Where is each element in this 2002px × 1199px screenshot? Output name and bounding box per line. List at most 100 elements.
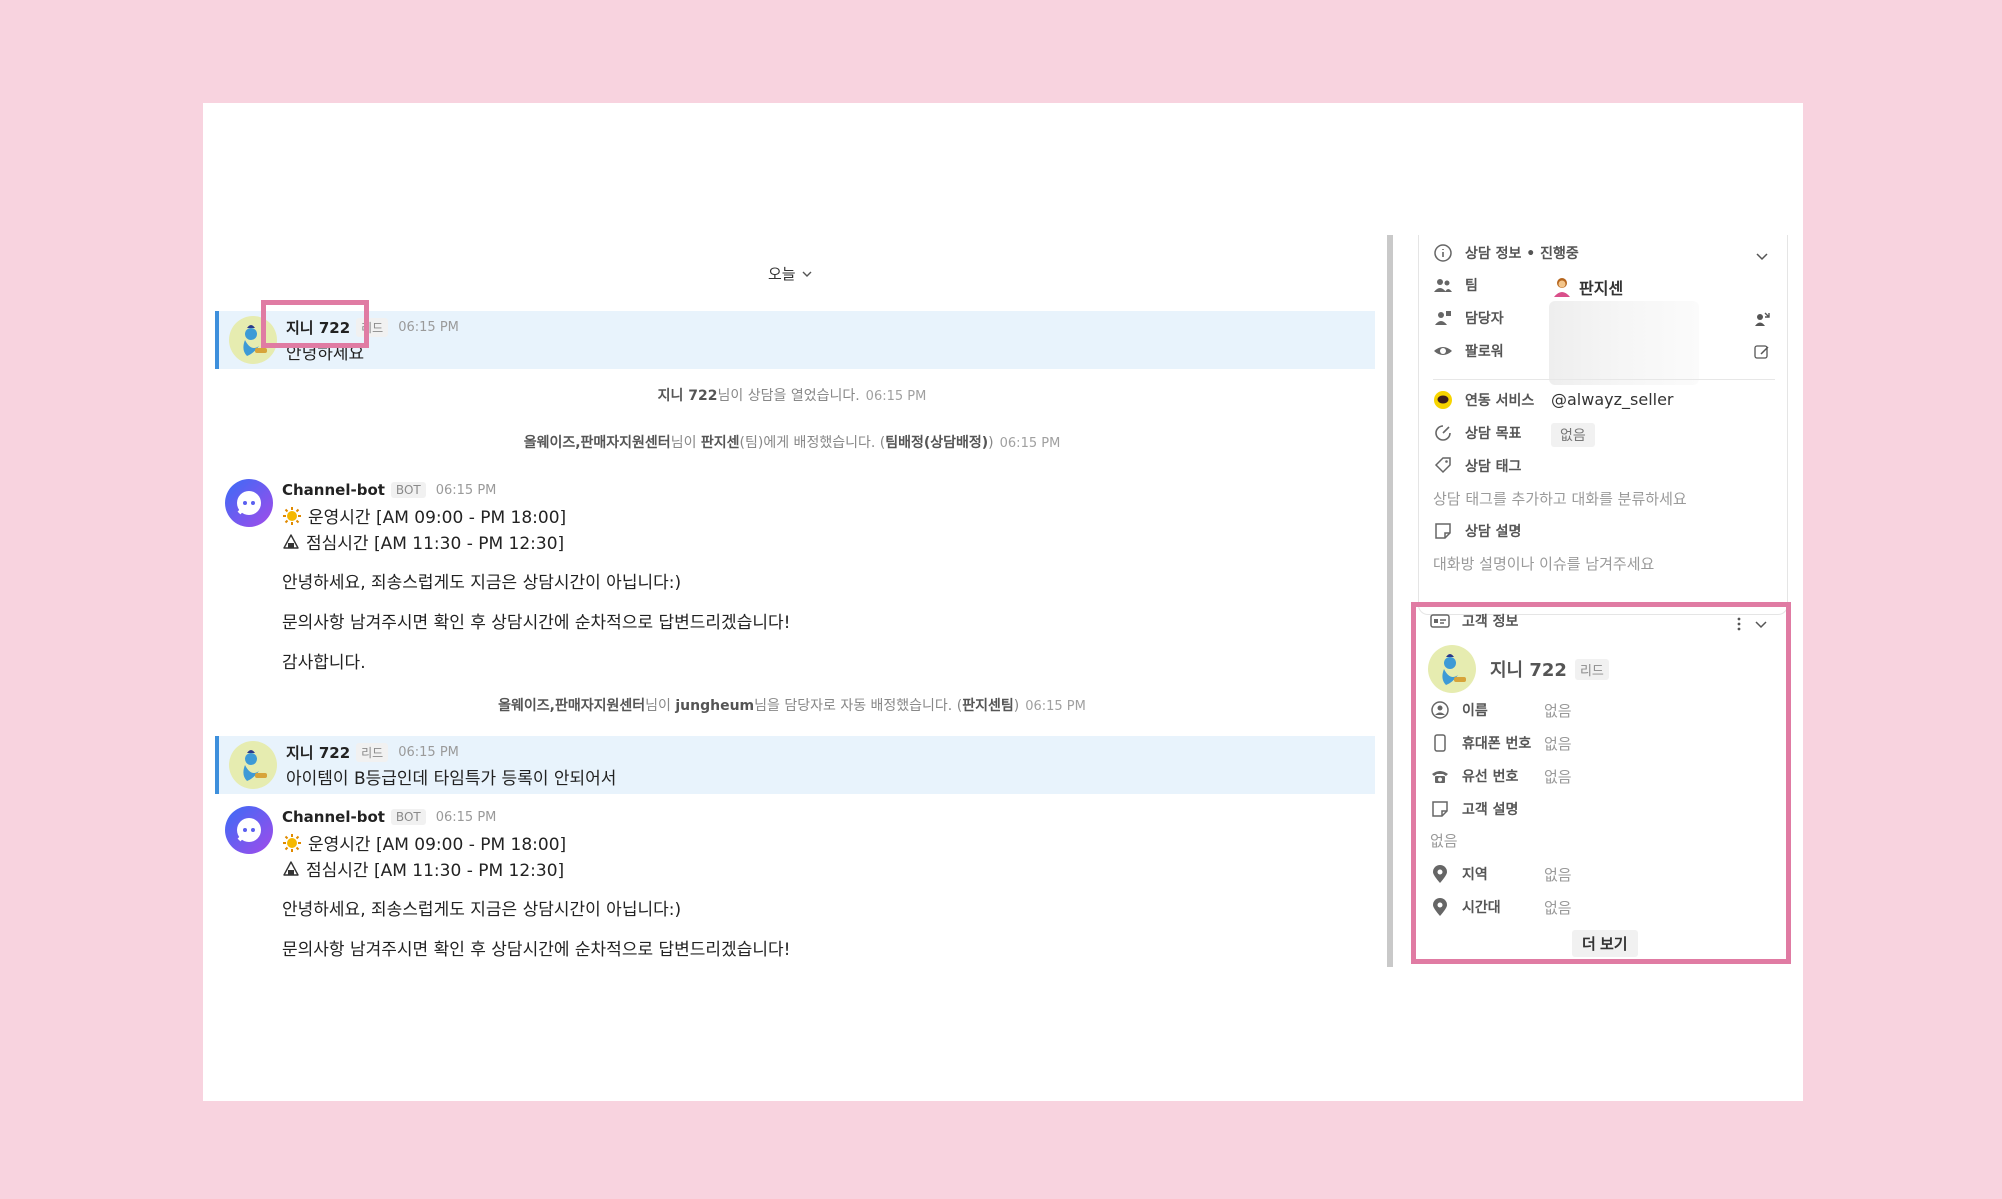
field-label: 이름 [1462, 703, 1488, 719]
desc-input[interactable]: 대화방 설명이나 이슈를 남겨주세요 [1433, 553, 1654, 574]
hours-text: 운영시간 [AM 09:00 - PM 18:00] [308, 508, 567, 528]
system-time: 06:15 PM [865, 389, 927, 404]
message-text: 아이템이 B등급인데 타임특가 등록이 안되어서 [286, 769, 617, 789]
field-value[interactable]: 없음 [1544, 897, 1572, 918]
system-text: (팀)에게 배정했습니다. ( [739, 435, 886, 451]
follower-label: 팔로워 [1465, 344, 1504, 360]
message-time: 06:15 PM [398, 320, 459, 335]
team-value[interactable]: 판지센 [1551, 275, 1623, 299]
date-label: 오늘 [768, 265, 796, 283]
field-timezone-row: 시간대 [1430, 897, 1501, 917]
bot-icon [237, 491, 261, 515]
field-value[interactable]: 없음 [1544, 700, 1572, 721]
message-header: Channel-bot BOT 06:15 PM [282, 808, 496, 826]
field-value[interactable]: 없음 [1544, 864, 1572, 885]
team-name: 판지센 [1579, 279, 1624, 298]
id-card-icon [1430, 614, 1450, 628]
hours-text: 운영시간 [AM 09:00 - PM 18:00] [308, 835, 567, 855]
tag-input[interactable]: 상담 태그를 추가하고 대화를 분류하세요 [1433, 488, 1687, 509]
avatar[interactable] [229, 741, 277, 789]
person-tipping-hand-icon [1554, 278, 1570, 297]
linked-service-row: 연동 서비스 [1433, 390, 1534, 410]
message-bot[interactable]: Channel-bot BOT 06:15 PM 운영시간 [AM 09:00 … [215, 475, 1375, 775]
message-text: 문의사항 남겨주시면 확인 후 상담시간에 순차적으로 답변드리겠습니다! [282, 613, 791, 633]
message-header: 지니 722 리드 06:15 PM [286, 742, 459, 763]
linked-service-value[interactable]: @alwayz_seller [1551, 390, 1674, 409]
genie-icon [1442, 654, 1466, 685]
chat-area: 오늘 지니 722 리드 06:15 PM 안녕하세요 지니 722님이 상담을… [203, 103, 1381, 1101]
chevron-down-icon[interactable] [1752, 615, 1770, 633]
divider [1433, 379, 1775, 380]
field-label: 지역 [1462, 867, 1488, 883]
edit-icon[interactable] [1753, 343, 1771, 361]
field-region-row: 지역 [1430, 864, 1488, 884]
show-more-button[interactable]: 더 보기 [1572, 930, 1638, 957]
system-message: 올웨이즈,판매자지원센터님이 판지센(팀)에게 배정했습니다. (팀배정(상담배… [203, 432, 1381, 452]
location-pin-icon [1433, 898, 1447, 916]
message-user[interactable]: 지니 722 리드 06:15 PM 안녕하세요 [215, 311, 1375, 369]
avatar[interactable] [225, 806, 273, 854]
field-label: 고객 설명 [1462, 802, 1519, 818]
customer-info-panel: 고객 정보 지니 722 리드 이름 없음 휴대폰 번호 없음 유선 번호 없음 [1411, 602, 1791, 964]
field-value[interactable]: 없음 [1430, 830, 1458, 851]
sender-name[interactable]: Channel-bot [282, 481, 385, 499]
goal-row: 상담 목표 [1433, 423, 1521, 443]
telephone-icon [1432, 771, 1448, 783]
field-label: 시간대 [1462, 900, 1501, 916]
message-header: Channel-bot BOT 06:15 PM [282, 481, 496, 499]
customer-name[interactable]: 지니 722 [1490, 656, 1567, 682]
tag-row: 상담 태그 [1433, 456, 1521, 476]
field-landline-row: 유선 번호 [1430, 766, 1518, 786]
tag-label: 상담 태그 [1465, 459, 1522, 475]
system-rule: 팀배정(상담배정) [885, 435, 989, 451]
message-time: 06:15 PM [398, 745, 459, 760]
system-team: 판지센팀 [962, 698, 1014, 714]
system-message: 올웨이즈,판매자지원센터님이 jungheum님을 담당자로 자동 배정했습니다… [203, 695, 1381, 715]
lunch-line: 점심시간 [AM 11:30 - PM 12:30] [282, 856, 564, 881]
tag-icon [1434, 457, 1451, 474]
system-text: 님이 [670, 435, 701, 451]
lead-badge: 리드 [356, 743, 389, 762]
redacted-area [1549, 301, 1699, 385]
more-vertical-icon[interactable] [1730, 615, 1748, 633]
message-user[interactable]: 지니 722 리드 06:15 PM 아이템이 B등급인데 타임특가 등록이 안… [215, 736, 1375, 794]
consult-info-header[interactable]: 상담 정보 • 진행중 [1433, 243, 1579, 263]
scrollbar[interactable] [1387, 235, 1393, 967]
lunch-line: 점심시간 [AM 11:30 - PM 12:30] [282, 529, 564, 554]
customer-info-header[interactable]: 고객 정보 [1430, 611, 1518, 631]
location-pin-icon [1433, 865, 1447, 883]
system-time: 06:15 PM [1025, 699, 1086, 714]
info-icon [1434, 244, 1452, 262]
avatar[interactable] [225, 479, 273, 527]
eye-icon [1434, 347, 1452, 355]
lunch-text: 점심시간 [AM 11:30 - PM 12:30] [306, 534, 565, 554]
chevron-down-icon [802, 271, 812, 277]
sender-name[interactable]: 지니 722 [286, 742, 350, 763]
system-text: ) [988, 435, 994, 451]
target-icon [1435, 425, 1451, 441]
customer-avatar[interactable] [1428, 645, 1476, 693]
onigiri-icon [283, 533, 299, 549]
message-time: 06:15 PM [435, 809, 497, 825]
highlight-box [261, 300, 369, 348]
people-icon [1434, 279, 1452, 292]
note-icon [1435, 523, 1451, 539]
field-value[interactable]: 없음 [1544, 766, 1572, 787]
goal-value[interactable]: 없음 [1551, 423, 1595, 447]
message-text: 감사합니다. [282, 653, 366, 673]
assign-self-icon[interactable] [1753, 310, 1771, 328]
message-text: 안녕하세요, 죄송스럽게도 지금은 상담시간이 아닙니다:) [282, 900, 682, 920]
system-text: 님이 [645, 698, 676, 714]
genie-icon [243, 750, 267, 781]
linked-service-label: 연동 서비스 [1465, 393, 1535, 409]
sender-name[interactable]: Channel-bot [282, 808, 385, 826]
goal-label: 상담 목표 [1465, 426, 1522, 442]
message-bot[interactable]: Channel-bot BOT 06:15 PM 운영시간 [AM 09:00 … [215, 802, 1375, 1072]
assignee-row: 담당자 [1433, 308, 1504, 328]
bot-badge: BOT [390, 809, 426, 825]
field-value[interactable]: 없음 [1544, 733, 1572, 754]
note-icon [1432, 801, 1448, 817]
date-separator[interactable]: 오늘 [768, 263, 814, 284]
chevron-down-icon[interactable] [1753, 247, 1771, 265]
app-window: 오늘 지니 722 리드 06:15 PM 안녕하세요 지니 722님이 상담을… [203, 103, 1803, 1101]
